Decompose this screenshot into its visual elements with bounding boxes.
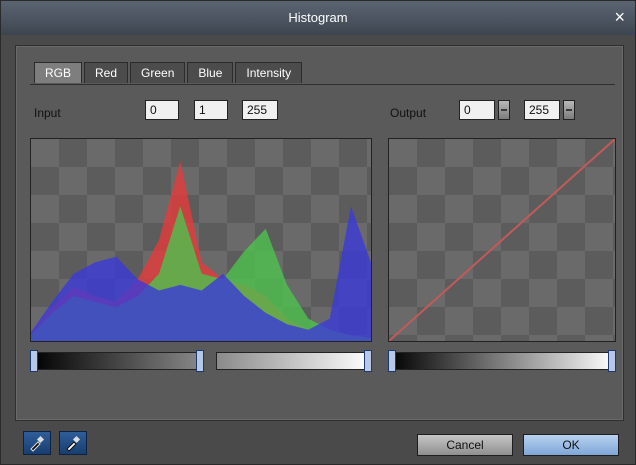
tab-green[interactable]: Green: [130, 62, 186, 83]
window-title: Histogram: [288, 10, 348, 25]
input-black-field[interactable]: [145, 100, 179, 120]
histogram-dialog: Histogram × RGB Red Green Blue Intensity…: [0, 0, 636, 465]
input-gamma-handle[interactable]: [196, 350, 204, 372]
histogram-panel: RGB Red Green Blue Intensity Input Outpu…: [15, 45, 624, 421]
close-icon[interactable]: ×: [614, 7, 625, 28]
input-label: Input: [34, 106, 61, 120]
input-highlight-gradient: [216, 352, 372, 370]
curve-plot: [388, 138, 616, 342]
histogram-plot: [30, 138, 372, 342]
tab-rgb[interactable]: RGB: [34, 62, 83, 83]
channel-tabs: RGB Red Green Blue Intensity: [34, 62, 304, 84]
eyedropper-icon: [30, 435, 45, 452]
title-bar[interactable]: Histogram ×: [1, 1, 635, 35]
histogram-chart: [31, 161, 371, 341]
input-black-handle[interactable]: [30, 350, 38, 372]
output-curve-line: [389, 139, 615, 341]
output-black-handle[interactable]: [388, 350, 396, 372]
output-white-handle[interactable]: [608, 350, 616, 372]
eyedropper-icon: [66, 435, 81, 452]
output-white-field[interactable]: [524, 100, 560, 120]
tab-intensity[interactable]: Intensity: [235, 62, 303, 83]
cancel-button[interactable]: Cancel: [417, 434, 513, 456]
output-curve-chart: [389, 139, 615, 341]
input-gamma-field[interactable]: [194, 100, 228, 120]
input-shadow-gradient: [30, 352, 204, 370]
tab-divider: [30, 84, 615, 85]
eyedropper-black-button[interactable]: [23, 431, 51, 455]
output-white-spinner[interactable]: [563, 100, 575, 120]
input-white-handle[interactable]: [364, 350, 372, 372]
tab-red[interactable]: Red: [84, 62, 129, 83]
output-gradient: [388, 352, 616, 370]
output-black-field[interactable]: [459, 100, 495, 120]
input-white-field[interactable]: [242, 100, 278, 120]
ok-button[interactable]: OK: [523, 434, 619, 456]
output-black-spinner[interactable]: [498, 100, 510, 120]
eyedropper-white-button[interactable]: [59, 431, 87, 455]
tab-blue[interactable]: Blue: [187, 62, 234, 83]
output-label: Output: [390, 106, 427, 120]
